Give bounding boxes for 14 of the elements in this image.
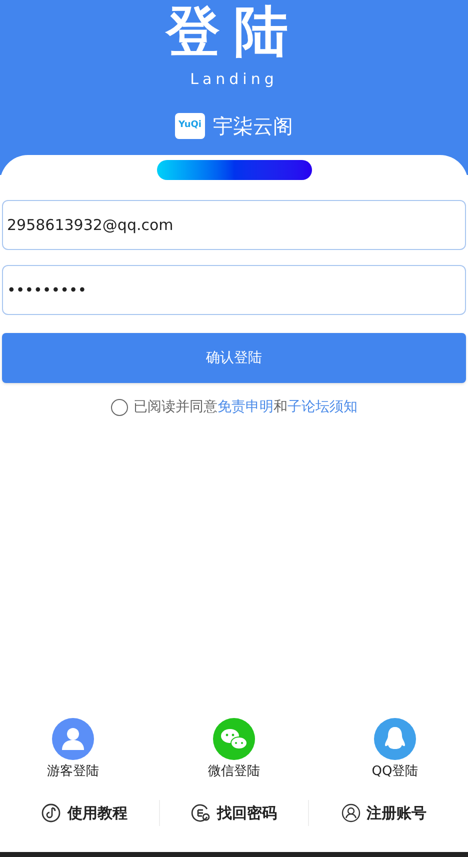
footer-link[interactable]: 使用教程 — [41, 800, 128, 826]
page-subtitle: Landing — [190, 69, 278, 90]
email-field[interactable]: 2958613932@qq.com — [2, 200, 466, 250]
footer-link[interactable]: 注册账号 — [340, 800, 427, 826]
login-button[interactable]: 确认登陆 — [2, 333, 466, 383]
social-login-button[interactable]: 游客登陆 — [18, 718, 128, 782]
brand-logo: YuQi — [175, 112, 205, 138]
social-login-button[interactable]: QQ登陆 — [340, 718, 450, 782]
social-login-button[interactable]: 微信登陆 — [179, 718, 289, 782]
password-field[interactable]: ••••••••• — [2, 265, 466, 315]
page-title: 登陆 — [166, 4, 302, 58]
footer-link[interactable]: 找回密码 — [191, 800, 277, 826]
brand-name: 宇柒云阁 — [213, 112, 293, 140]
agreement-text: 已阅读并同意免责申明和子论坛须知 — [134, 398, 358, 417]
